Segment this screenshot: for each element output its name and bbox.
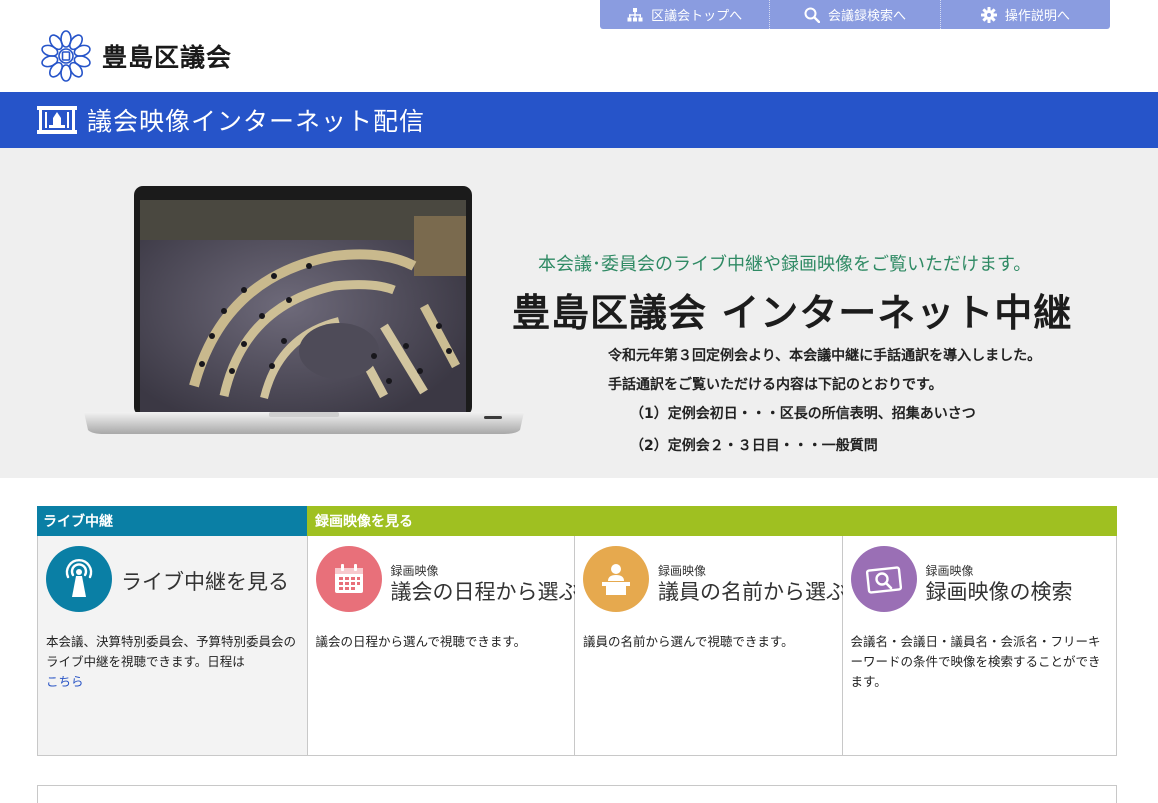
schedule-card[interactable]: 録画映像 議会の日程から選ぶ 議会の日程から選んで視聴できます。 xyxy=(307,536,580,755)
live-category-header: ライブ中継 xyxy=(37,506,307,536)
film-icon xyxy=(37,106,77,134)
card-title: 議員の名前から選ぶ xyxy=(658,580,847,604)
card-title: 録画映像の検索 xyxy=(925,580,1073,604)
nav-minutes-search-link[interactable]: 会議録検索へ xyxy=(770,0,941,29)
nav-help-link[interactable]: 操作説明へ xyxy=(941,0,1110,29)
hero-section: 本会議･委員会のライブ中継や録画映像をご覧いただけます。 豊島区議会 インターネ… xyxy=(0,148,1158,478)
video-search-card[interactable]: 録画映像 録画映像の検索 会議名・会議日・議員名・会派名・フリーキーワードの条件… xyxy=(842,536,1116,755)
card-description: 議会の日程から選んで視聴できます。 xyxy=(315,634,527,649)
hero-title: 豊島区議会 インターネット中継 xyxy=(512,291,1073,335)
nav-label: 操作説明へ xyxy=(1004,9,1070,24)
card-title: ライブ中継を見る xyxy=(121,570,289,594)
logo-text: 豊島区議会 xyxy=(102,43,233,72)
card-description: 議員の名前から選んで視聴できます。 xyxy=(583,634,794,649)
search-icon xyxy=(804,7,820,23)
hero-subtitle: 本会議･委員会のライブ中継や録画映像をご覧いただけます。 xyxy=(538,254,1032,275)
sitemap-icon xyxy=(627,7,643,21)
card-description: 会議名・会議日・議員名・会派名・フリーキーワードの条件で映像を検索することができ… xyxy=(850,634,1101,689)
nav-council-top-link[interactable]: 区議会トップへ xyxy=(600,0,771,29)
broadcast-icon xyxy=(46,546,112,612)
laptop-chamber-image xyxy=(84,186,524,434)
hero-note: 手話通訳をご覧いただける内容は下記のとおりです。 xyxy=(608,377,943,393)
lower-content-box xyxy=(37,785,1117,803)
card-description-text: 本会議、決算特別委員会、予算特別委員会のライブ中継を視聴できます。日程は xyxy=(46,634,297,669)
live-stream-card[interactable]: ライブ中継を見る 本会議、決算特別委員会、予算特別委員会のライブ中継を視聴できま… xyxy=(38,536,308,755)
nav-label: 会議録検索へ xyxy=(827,9,906,24)
card-title: 議会の日程から選ぶ xyxy=(390,580,580,604)
calendar-icon xyxy=(315,546,382,612)
hero-note: 令和元年第３回定例会より、本会議中継に手話通訳を導入しました。 xyxy=(608,348,1042,364)
card-description: 本会議、決算特別委員会、予算特別委員会のライブ中継を視聴できます。日程は こちら xyxy=(46,632,299,692)
site-logo[interactable]: 豊島区議会 xyxy=(40,30,232,82)
schedule-link[interactable]: こちら xyxy=(46,674,84,689)
video-search-icon xyxy=(850,546,917,612)
nav-label: 区議会トップへ xyxy=(651,9,743,24)
hero-note: （1）定例会初日・・・区長の所信表明、招集あいさつ xyxy=(630,406,976,422)
member-card[interactable]: 録画映像 議員の名前から選ぶ 議員の名前から選んで視聴できます。 xyxy=(575,536,847,755)
banner-title: 議会映像インターネット配信 xyxy=(87,107,426,136)
recorded-category-header: 録画映像を見る xyxy=(307,506,1117,536)
video-option-cards: ライブ中継を見る 本会議、決算特別委員会、予算特別委員会のライブ中継を視聴できま… xyxy=(37,536,1117,756)
top-nav: 区議会トップへ 会議録検索へ 操作説明へ xyxy=(600,0,1110,29)
hero-note: （2）定例会２・３日目・・・一般質問 xyxy=(630,438,878,454)
ward-emblem-icon xyxy=(41,30,91,82)
gear-icon xyxy=(980,6,997,23)
speaker-icon xyxy=(583,546,649,612)
page-banner: 議会映像インターネット配信 xyxy=(0,92,1158,148)
